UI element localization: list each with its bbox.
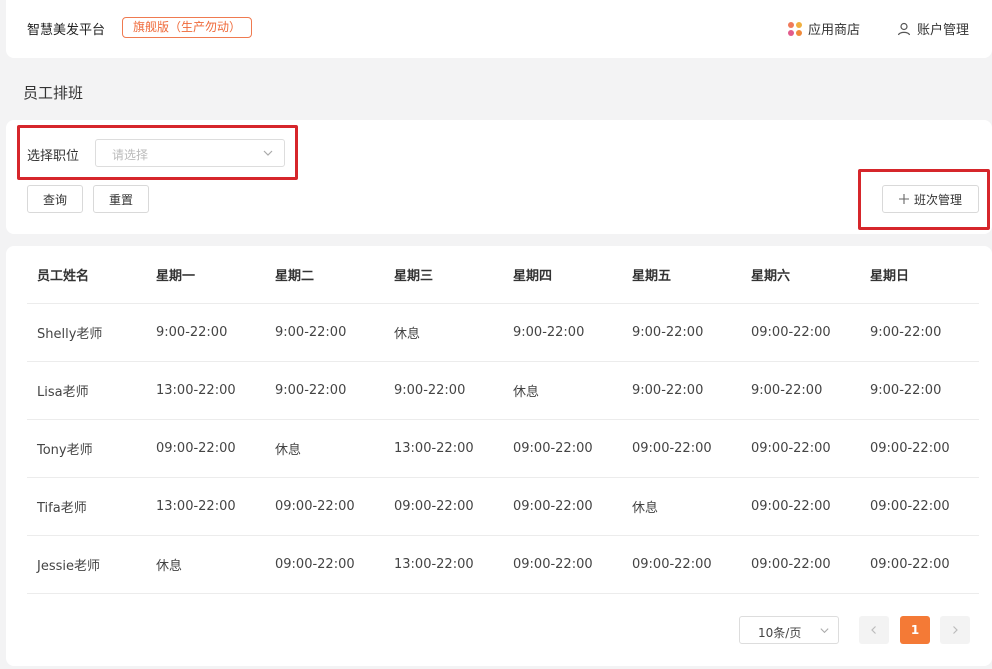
account-manage-link[interactable]: 账户管理 xyxy=(897,19,969,38)
shift-cell: 13:00-22:00 xyxy=(394,557,474,572)
column-header: 星期五 xyxy=(632,269,672,284)
shift-cell: 9:00-22:00 xyxy=(751,383,823,398)
shift-cell: 09:00-22:00 xyxy=(751,499,831,514)
shift-cell: 9:00-22:00 xyxy=(870,325,942,340)
shift-cell: 休息 xyxy=(156,559,183,574)
column-header: 星期六 xyxy=(751,269,791,284)
shift-cell: 09:00-22:00 xyxy=(275,499,355,514)
chevron-right-icon xyxy=(953,626,958,634)
page-number-current[interactable]: 1 xyxy=(900,616,930,644)
shift-cell: 09:00-22:00 xyxy=(751,325,831,340)
table-row: Tifa老师 13:00-22:00 09:00-22:00 09:00-22:00 0… xyxy=(27,478,979,536)
brand-name: 智慧美发平台 xyxy=(27,23,106,38)
highlight-box-shift-manage xyxy=(858,169,990,230)
shift-cell: 09:00-22:00 xyxy=(870,499,950,514)
shift-cell: 13:00-22:00 xyxy=(156,499,236,514)
shift-cell: 09:00-22:00 xyxy=(513,441,593,456)
highlight-box-position xyxy=(17,125,298,180)
table-row: Tony老师 09:00-22:00 休息 13:00-22:00 09:00-22:0… xyxy=(27,420,979,478)
employee-name-cell: Tony老师 xyxy=(37,443,93,458)
table-row: Shelly老师 9:00-22:00 9:00-22:00 休息 9:00-22:00… xyxy=(27,304,979,362)
column-header: 员工姓名 xyxy=(37,269,90,284)
shift-cell: 9:00-22:00 xyxy=(156,325,228,340)
shift-cell: 09:00-22:00 xyxy=(513,499,593,514)
user-icon xyxy=(897,22,911,35)
query-button[interactable]: 查询 xyxy=(27,185,83,213)
shift-cell: 09:00-22:00 xyxy=(394,499,474,514)
shift-cell: 休息 xyxy=(275,443,302,458)
edition-badge: 旗舰版（生产勿动） xyxy=(122,17,253,38)
table-row: Jessie老师 休息 09:00-22:00 13:00-22:00 09:00-22… xyxy=(27,536,979,594)
account-manage-label: 账户管理 xyxy=(917,23,970,38)
shift-cell: 09:00-22:00 xyxy=(275,557,355,572)
app-store-link[interactable]: 应用商店 xyxy=(788,19,860,38)
shift-cell: 09:00-22:00 xyxy=(870,441,950,456)
app-store-icon xyxy=(788,21,802,36)
column-header: 星期四 xyxy=(513,269,553,284)
app-store-label: 应用商店 xyxy=(808,23,861,38)
schedule-table: 员工姓名 星期一 星期二 星期三 星期四 星期五 星期六 星期日 Shelly老师 9:00-22… xyxy=(27,246,979,594)
shift-cell: 9:00-22:00 xyxy=(632,383,704,398)
shift-cell: 9:00-22:00 xyxy=(275,383,347,398)
table-header-row: 员工姓名 星期一 星期二 星期三 星期四 星期五 星期六 星期日 xyxy=(27,246,979,304)
column-header: 星期三 xyxy=(394,269,434,284)
page-size-select[interactable]: 10条/页 xyxy=(739,616,839,644)
employee-name-cell: Lisa老师 xyxy=(37,385,89,400)
page-title: 员工排班 xyxy=(23,84,84,102)
shift-cell: 09:00-22:00 xyxy=(751,557,831,572)
shift-cell: 13:00-22:00 xyxy=(156,383,236,398)
shift-cell: 09:00-22:00 xyxy=(513,557,593,572)
next-page-button[interactable] xyxy=(940,616,970,644)
page-size-value: 10条/页 xyxy=(758,626,802,640)
column-header: 星期二 xyxy=(275,269,315,284)
shift-cell: 09:00-22:00 xyxy=(870,557,950,572)
prev-page-button[interactable] xyxy=(859,616,889,644)
employee-name-cell: Shelly老师 xyxy=(37,327,103,342)
column-header: 星期一 xyxy=(156,269,196,284)
reset-button[interactable]: 重置 xyxy=(93,185,149,213)
shift-cell: 9:00-22:00 xyxy=(394,383,466,398)
employee-name-cell: Jessie老师 xyxy=(37,559,100,574)
shift-cell: 09:00-22:00 xyxy=(156,441,236,456)
table-row: Lisa老师 13:00-22:00 9:00-22:00 9:00-22:00 休息 9… xyxy=(27,362,979,420)
employee-name-cell: Tifa老师 xyxy=(37,501,87,516)
shift-cell: 休息 xyxy=(513,385,540,400)
chevron-down-icon xyxy=(820,628,829,634)
shift-cell: 休息 xyxy=(394,327,421,342)
shift-cell: 13:00-22:00 xyxy=(394,441,474,456)
top-bar: 智慧美发平台 旗舰版（生产勿动） 应用商店 账户管理 xyxy=(6,0,992,58)
shift-cell: 9:00-22:00 xyxy=(275,325,347,340)
shift-cell: 9:00-22:00 xyxy=(513,325,585,340)
shift-cell: 9:00-22:00 xyxy=(870,383,942,398)
column-header: 星期日 xyxy=(870,269,910,284)
shift-cell: 09:00-22:00 xyxy=(751,441,831,456)
shift-cell: 休息 xyxy=(632,501,659,516)
shift-cell: 09:00-22:00 xyxy=(632,441,712,456)
chevron-left-icon xyxy=(871,626,876,634)
shift-cell: 9:00-22:00 xyxy=(632,325,704,340)
shift-cell: 09:00-22:00 xyxy=(632,557,712,572)
